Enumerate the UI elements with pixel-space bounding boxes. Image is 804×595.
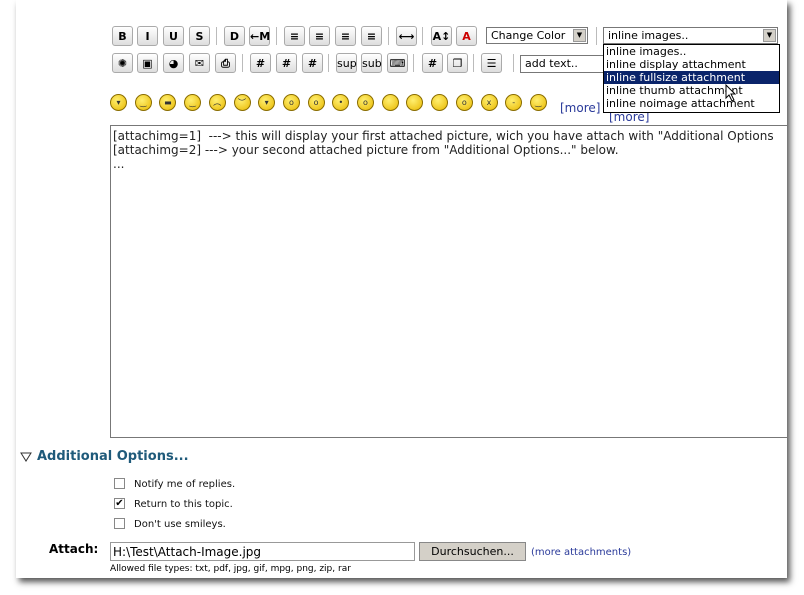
dropdown-option[interactable]: inline images.. [604, 45, 779, 58]
table-button[interactable]: # [250, 53, 271, 73]
font-face-button[interactable]: A [456, 26, 477, 46]
chevron-down-icon: ▼ [573, 29, 586, 42]
return-checkbox[interactable]: ✔ [114, 498, 125, 509]
smiley-icon[interactable]: ‿ [529, 94, 547, 111]
separator [276, 27, 277, 45]
image-button[interactable]: ▣ [137, 53, 158, 73]
align-left-button[interactable]: ≡ [309, 26, 330, 46]
ftp-button[interactable]: ⎙ [215, 53, 236, 73]
separator [242, 54, 243, 72]
preformatted-button[interactable]: ≡ [284, 26, 305, 46]
quote-button[interactable]: ❐ [447, 53, 468, 73]
underline-button[interactable]: U [163, 26, 184, 46]
smiley-icon[interactable]: ‿ [184, 94, 202, 111]
strikethrough-button[interactable]: S [189, 26, 210, 46]
smiley-icon[interactable] [381, 94, 399, 111]
email-button[interactable]: ✉ [189, 53, 210, 73]
teletype-button[interactable]: ⌨ [387, 53, 408, 73]
smiley-icon[interactable]: ‿ [134, 94, 152, 111]
separator [473, 54, 474, 72]
smiley-icon[interactable]: x [480, 94, 498, 111]
smiley-icon[interactable]: o [307, 94, 325, 111]
more-smileys-link[interactable]: [more] [560, 101, 600, 115]
collapse-triangle-icon[interactable] [20, 452, 32, 462]
separator [216, 27, 217, 45]
smiley-icon[interactable] [406, 94, 424, 111]
chevron-down-icon: ▼ [763, 29, 776, 42]
table-column-button[interactable]: # [302, 53, 323, 73]
separator [413, 54, 414, 72]
return-label: Return to this topic. [134, 499, 233, 510]
additional-options-toggle[interactable]: Additional Options... [37, 449, 189, 464]
subscript-button[interactable]: sub [361, 53, 382, 73]
smiley-icon[interactable]: ▾ [110, 94, 127, 111]
bold-button[interactable]: B [112, 26, 133, 46]
align-center-button[interactable]: ≡ [335, 26, 356, 46]
dropdown-option[interactable]: inline fullsize attachment [604, 71, 779, 84]
add-text-value: add text.. [525, 57, 578, 70]
separator [513, 54, 514, 72]
separator [388, 27, 389, 45]
glow-button[interactable]: D [224, 26, 245, 46]
dropdown-option[interactable]: inline thumb attachment [604, 84, 779, 97]
move-button[interactable]: ←M [249, 26, 270, 46]
smiley-icon[interactable]: - [505, 94, 523, 111]
browse-button[interactable]: Durchsuchen... [419, 542, 526, 561]
italic-button[interactable]: I [137, 26, 158, 46]
list-button[interactable]: ☰ [481, 53, 502, 73]
attach-file-input[interactable]: H:\Test\Attach-Image.jpg [110, 542, 415, 561]
attach-label: Attach: [49, 542, 99, 556]
smiley-icon[interactable] [431, 94, 449, 111]
flash-button[interactable]: ✺ [112, 53, 133, 73]
font-size-button[interactable]: A↕ [431, 26, 452, 46]
separator [596, 27, 597, 45]
inline-images-select[interactable]: inline images.. ▼ [603, 27, 778, 44]
message-textarea[interactable]: [attachimg=1] ---> this will display you… [110, 125, 787, 438]
inline-images-dropdown: inline images.. inline display attachment… [603, 44, 780, 113]
smiley-icon[interactable]: ︵ [208, 94, 226, 111]
more-attachments-link[interactable]: (more attachments) [531, 547, 631, 558]
smiley-icon[interactable]: ▾ [258, 94, 276, 111]
inline-images-value: inline images.. [608, 29, 689, 42]
change-color-value: Change Color [491, 29, 566, 42]
notify-label: Notify me of replies. [134, 479, 236, 490]
superscript-button[interactable]: sup [336, 53, 357, 73]
dropdown-option[interactable]: inline noimage attachment [604, 97, 779, 110]
smiley-icon[interactable]: • [332, 94, 350, 111]
smiley-icon[interactable]: o [455, 94, 473, 111]
separator [328, 54, 329, 72]
smiley-icon[interactable]: ▬ [159, 94, 177, 111]
align-right-button[interactable]: ≡ [361, 26, 382, 46]
separator [422, 27, 423, 45]
smiley-icon[interactable]: o [357, 94, 374, 111]
post-form-window: B I U S D ←M ≡ ≡ ≡ ≡ ⟷ A↕ A ✺ ▣ ◕ ✉ ⎙ # # # sup sub ⌨ # ❐ ☰ Chang… [16, 0, 787, 578]
allowed-file-types: Allowed file types: txt, pdf, jpg, gif, … [110, 564, 351, 574]
no-smileys-label: Don't use smileys. [134, 519, 226, 530]
mouse-cursor-icon [725, 84, 737, 102]
smiley-icon[interactable]: ︶ [233, 94, 251, 111]
change-color-select[interactable]: Change Color ▼ [486, 27, 588, 44]
table-row-button[interactable]: # [276, 53, 297, 73]
no-smileys-checkbox[interactable] [114, 518, 125, 529]
code-button[interactable]: # [422, 53, 443, 73]
smiley-icon[interactable]: o [282, 94, 300, 111]
dropdown-option[interactable]: inline display attachment [604, 58, 779, 71]
notify-checkbox[interactable] [114, 478, 125, 489]
url-button[interactable]: ◕ [163, 53, 184, 73]
horizontal-rule-button[interactable]: ⟷ [396, 26, 417, 46]
